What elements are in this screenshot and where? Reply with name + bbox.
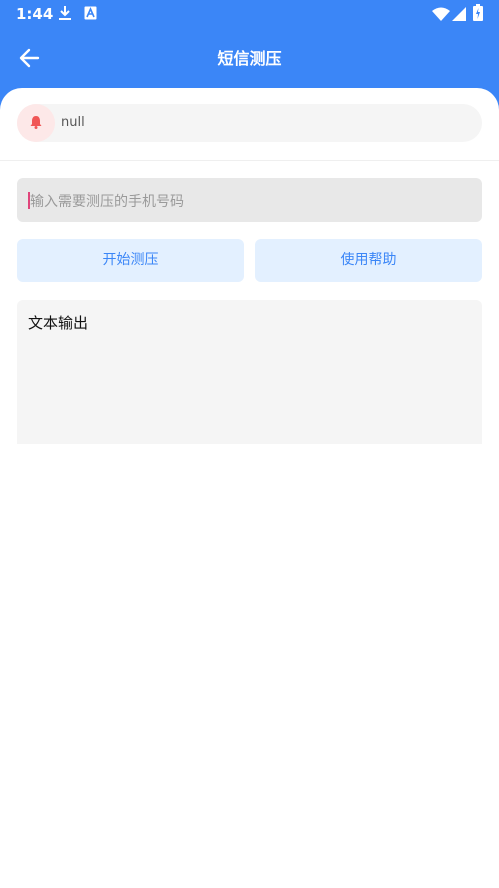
app-bar: 短信测压 <box>0 28 499 86</box>
status-bar: 1:44 <box>0 0 499 28</box>
help-button[interactable]: 使用帮助 <box>255 239 482 282</box>
battery-icon <box>473 4 483 25</box>
status-time: 1:44 <box>16 5 54 23</box>
notice-bell <box>17 104 55 142</box>
notice-text: null <box>61 115 85 130</box>
output-text: 文本输出 <box>28 314 89 332</box>
phone-input-placeholder: 输入需要测压的手机号码 <box>30 194 184 210</box>
divider <box>0 160 499 161</box>
autofill-icon <box>84 5 97 24</box>
page-title: 短信测压 <box>217 49 282 68</box>
output-area: 文本输出 <box>17 300 482 444</box>
phone-number-input[interactable]: 输入需要测压的手机号码 <box>17 178 482 222</box>
signal-icon <box>452 6 466 25</box>
content-card: null 输入需要测压的手机号码 开始测压 使用帮助 文本输出 <box>0 88 499 444</box>
start-test-button[interactable]: 开始测压 <box>17 239 244 282</box>
download-icon <box>58 5 72 25</box>
wifi-icon <box>432 6 450 25</box>
notice-bar[interactable]: null <box>17 104 482 142</box>
bell-icon <box>29 114 43 133</box>
